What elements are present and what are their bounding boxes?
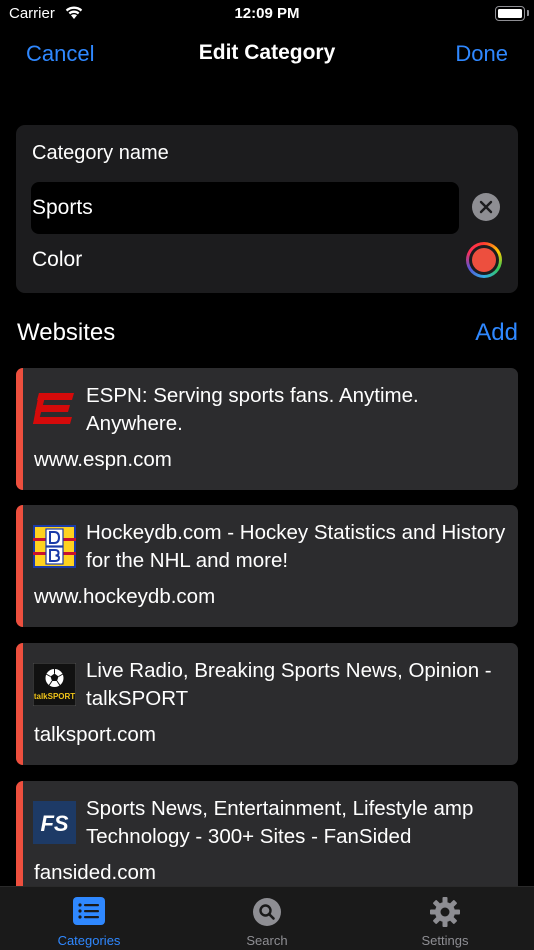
website-card-hockeydb[interactable]: Hockeydb.com - Hockey Statistics and His… <box>16 505 518 627</box>
status-bar: Carrier 12:09 PM <box>0 0 534 30</box>
tab-label: Categories <box>57 933 121 948</box>
category-color-stripe <box>16 505 23 627</box>
category-name-input[interactable] <box>31 182 459 234</box>
website-title: ESPN: Serving sports fans. Anytime. Anyw… <box>86 384 419 435</box>
website-url: fansided.com <box>34 861 156 884</box>
category-color-stripe <box>16 368 23 490</box>
website-title: Hockeydb.com - Hockey Statistics and His… <box>86 521 506 572</box>
website-url: www.espn.com <box>34 448 172 471</box>
website-title: Live Radio, Breaking Sports News, Opinio… <box>86 659 492 710</box>
category-color-stripe <box>16 781 23 903</box>
list-icon <box>73 897 105 925</box>
website-url: talksport.com <box>34 723 156 746</box>
edit-category-screen: Carrier 12:09 PM Cancel Edit Category Do… <box>0 0 534 950</box>
gear-icon <box>430 897 460 927</box>
battery-cap <box>527 10 529 16</box>
espn-logo-icon <box>33 393 74 424</box>
tab-search[interactable]: Search <box>178 887 356 950</box>
talksport-logo-icon: talkSPORT <box>33 663 76 706</box>
add-website-button[interactable]: Add <box>475 319 518 347</box>
close-icon <box>479 200 493 214</box>
search-icon <box>253 898 281 926</box>
clear-text-button[interactable] <box>472 193 500 221</box>
website-card-fansided[interactable]: FS Sports News, Entertainment, Lifestyle… <box>16 781 518 903</box>
category-name-label: Category name <box>32 142 169 164</box>
done-button[interactable]: Done <box>455 41 508 67</box>
color-label: Color <box>32 248 83 271</box>
fansided-logo-icon: FS <box>33 801 76 844</box>
page-title: Edit Category <box>198 41 336 64</box>
tab-label: Search <box>246 933 288 948</box>
tab-label: Settings <box>421 933 469 948</box>
svg-text:FS: FS <box>40 811 68 836</box>
websites-section-title: Websites <box>17 319 116 346</box>
website-url: www.hockeydb.com <box>34 585 216 608</box>
tab-settings[interactable]: Settings <box>356 887 534 950</box>
tab-categories[interactable]: Categories <box>0 887 178 950</box>
selected-color-swatch <box>472 248 496 272</box>
tab-bar: Categories Search Settings <box>0 886 534 950</box>
battery-icon <box>495 6 525 21</box>
category-settings-card: Category name Color <box>16 125 518 293</box>
website-card-espn[interactable]: ESPN: Serving sports fans. Anytime. Anyw… <box>16 368 518 490</box>
website-card-talksport[interactable]: talkSPORT Live Radio, Breaking Sports Ne… <box>16 643 518 765</box>
hockeydb-logo-icon <box>33 525 76 568</box>
category-color-stripe <box>16 643 23 765</box>
website-title: Sports News, Entertainment, Lifestyle am… <box>86 797 474 848</box>
status-time: 12:09 PM <box>234 5 300 22</box>
svg-text:talkSPORT: talkSPORT <box>34 692 75 701</box>
color-picker-button[interactable] <box>466 242 502 278</box>
